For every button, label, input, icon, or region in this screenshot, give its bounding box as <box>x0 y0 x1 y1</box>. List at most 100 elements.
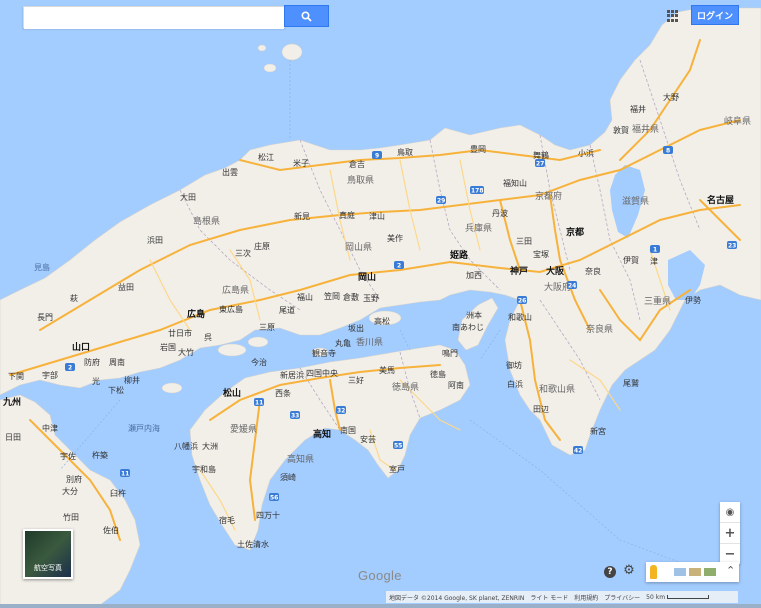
google-logo: Google <box>358 568 402 583</box>
zoom-out-button[interactable]: − <box>720 544 740 564</box>
map-place-label: 55 <box>394 443 402 450</box>
map-place-label: 美作 <box>387 233 403 243</box>
terms-link[interactable]: 利用規約 <box>574 593 598 602</box>
login-button[interactable]: ログイン <box>691 5 739 25</box>
map-place-label: 伊勢 <box>685 295 701 305</box>
chevron-up-icon[interactable]: ⌃ <box>726 564 735 577</box>
map-place-label: 29 <box>437 198 445 205</box>
map-place-label: 萩 <box>70 293 78 303</box>
settings-gear-icon[interactable]: ⚙ <box>622 564 636 578</box>
map-place-label: 27 <box>536 161 544 168</box>
map-place-label: 宝塚 <box>533 249 549 259</box>
label-pref-nara: 奈良県 <box>586 323 613 335</box>
imagery-thumb-2[interactable] <box>689 568 701 576</box>
label-pref-hiroshima: 広島県 <box>222 284 249 296</box>
map-place-label: 別府 <box>66 474 82 484</box>
map-place-label: 周南 <box>109 357 125 367</box>
map-place-label: 津山 <box>369 211 385 221</box>
map-place-label: 西条 <box>275 388 291 398</box>
lite-mode-link[interactable]: ライト モード <box>530 593 568 602</box>
map-place-label: 豊岡 <box>470 144 486 154</box>
map-place-label: 2 <box>397 263 401 270</box>
map-place-label: 三好 <box>348 375 364 385</box>
map-place-label: 新宮 <box>590 426 606 436</box>
map-place-label: 11 <box>255 400 263 407</box>
map-place-label: 益田 <box>118 282 134 292</box>
map-place-label: 1 <box>653 247 657 254</box>
map-place-label: 観音寺 <box>312 348 336 358</box>
search-box[interactable] <box>23 6 285 29</box>
map-place-label: 田辺 <box>533 405 549 414</box>
imagery-thumb-3[interactable] <box>704 568 716 576</box>
map-place-label: 玉野 <box>363 294 379 303</box>
label-city-kyoto: 京都 <box>566 226 584 238</box>
label-pref-shimane: 島根県 <box>193 215 220 227</box>
window-bottom-edge <box>0 604 761 608</box>
map-place-label: 三田 <box>516 237 532 246</box>
map-place-label: 真庭 <box>339 210 355 220</box>
privacy-link[interactable]: プライバシー <box>604 593 640 602</box>
map-place-label: 八幡浜 <box>174 441 198 451</box>
map-place-label: 32 <box>337 408 345 415</box>
map-place-label: 庄原 <box>254 241 270 251</box>
satellite-toggle[interactable]: 航空写真 <box>23 529 73 579</box>
label-pref-wakayama: 和歌山県 <box>539 383 575 395</box>
map-place-label: 福山 <box>297 292 313 302</box>
imagery-thumb-1[interactable] <box>674 568 686 576</box>
map-place-label: 和歌山 <box>508 312 532 322</box>
map-place-label: 下関 <box>8 372 24 381</box>
label-city-osaka: 大阪 <box>546 265 565 277</box>
map-place-label: 竹田 <box>63 512 79 522</box>
map-place-label: 防府 <box>84 357 100 367</box>
map-place-label: 浜田 <box>147 235 163 245</box>
map-place-label: 鳥取 <box>397 147 413 157</box>
map-place-label: 臼杵 <box>110 488 126 498</box>
map-place-label: 伊賀 <box>623 255 639 265</box>
map-place-label: 9 <box>375 153 379 160</box>
label-pref-kyoto: 京都府 <box>535 190 562 202</box>
map-place-label: 尾鷲 <box>623 378 639 388</box>
map-place-label: 三原 <box>259 323 275 332</box>
search-input[interactable] <box>24 8 284 29</box>
map-place-label: 土佐清水 <box>237 539 269 549</box>
map-place-label: 大野 <box>663 92 679 102</box>
map-place-label: 大分 <box>62 486 78 496</box>
map-place-label: 新見 <box>294 211 310 221</box>
label-city-matsuyama: 松山 <box>223 387 241 399</box>
map-canvas[interactable]: 鳥取県 島根県 岡山県 広島県 兵庫県 京都府 大阪府 奈良県 三重県 滋賀県 … <box>0 0 761 608</box>
map-place-label: 室戸 <box>389 464 405 474</box>
label-pref-tottori: 鳥取県 <box>347 174 374 186</box>
label-city-kyushu: 九州 <box>2 396 21 408</box>
map-place-label: 倉吉 <box>349 159 365 169</box>
attribution-bar: 地図データ ©2014 Google, SK planet, ZENRIN ライ… <box>386 591 738 603</box>
map-place-label: 下松 <box>108 385 124 395</box>
map-place-label: 阿南 <box>448 380 464 390</box>
map-place-label: 四国中央 <box>306 368 338 378</box>
map-place-label: 高松 <box>374 316 390 326</box>
map-place-label: 米子 <box>293 158 309 168</box>
map-place-label: 洲本 <box>466 310 482 320</box>
map-place-label: 42 <box>574 448 582 455</box>
map-place-label: 出雲 <box>222 167 238 177</box>
my-location-icon[interactable]: ◉ <box>720 502 740 523</box>
map-place-label: 倉敷 <box>343 292 359 302</box>
label-pref-hyogo: 兵庫県 <box>465 222 492 234</box>
apps-grid-icon[interactable] <box>667 10 679 22</box>
map-place-label: 今治 <box>251 357 267 367</box>
map-place-label: 宇佐 <box>60 451 76 461</box>
pegman-icon[interactable] <box>650 565 657 579</box>
map-place-label: 長門 <box>37 313 53 322</box>
map-place-label: 須崎 <box>280 472 296 482</box>
search-button[interactable] <box>284 5 329 27</box>
map-place-label: 奈良 <box>585 266 601 276</box>
map-place-label: 加西 <box>466 270 482 280</box>
search-icon <box>301 10 312 22</box>
label-city-kobe: 神戸 <box>510 265 528 277</box>
map-place-label: 南国 <box>340 425 356 435</box>
map-place-label: 光 <box>92 376 100 386</box>
map-place-label: 宿毛 <box>219 515 235 525</box>
map-place-label: 23 <box>728 243 736 250</box>
help-button[interactable]: ? <box>604 566 616 578</box>
map-place-label: 杵築 <box>92 450 108 460</box>
zoom-in-button[interactable]: + <box>720 523 740 544</box>
